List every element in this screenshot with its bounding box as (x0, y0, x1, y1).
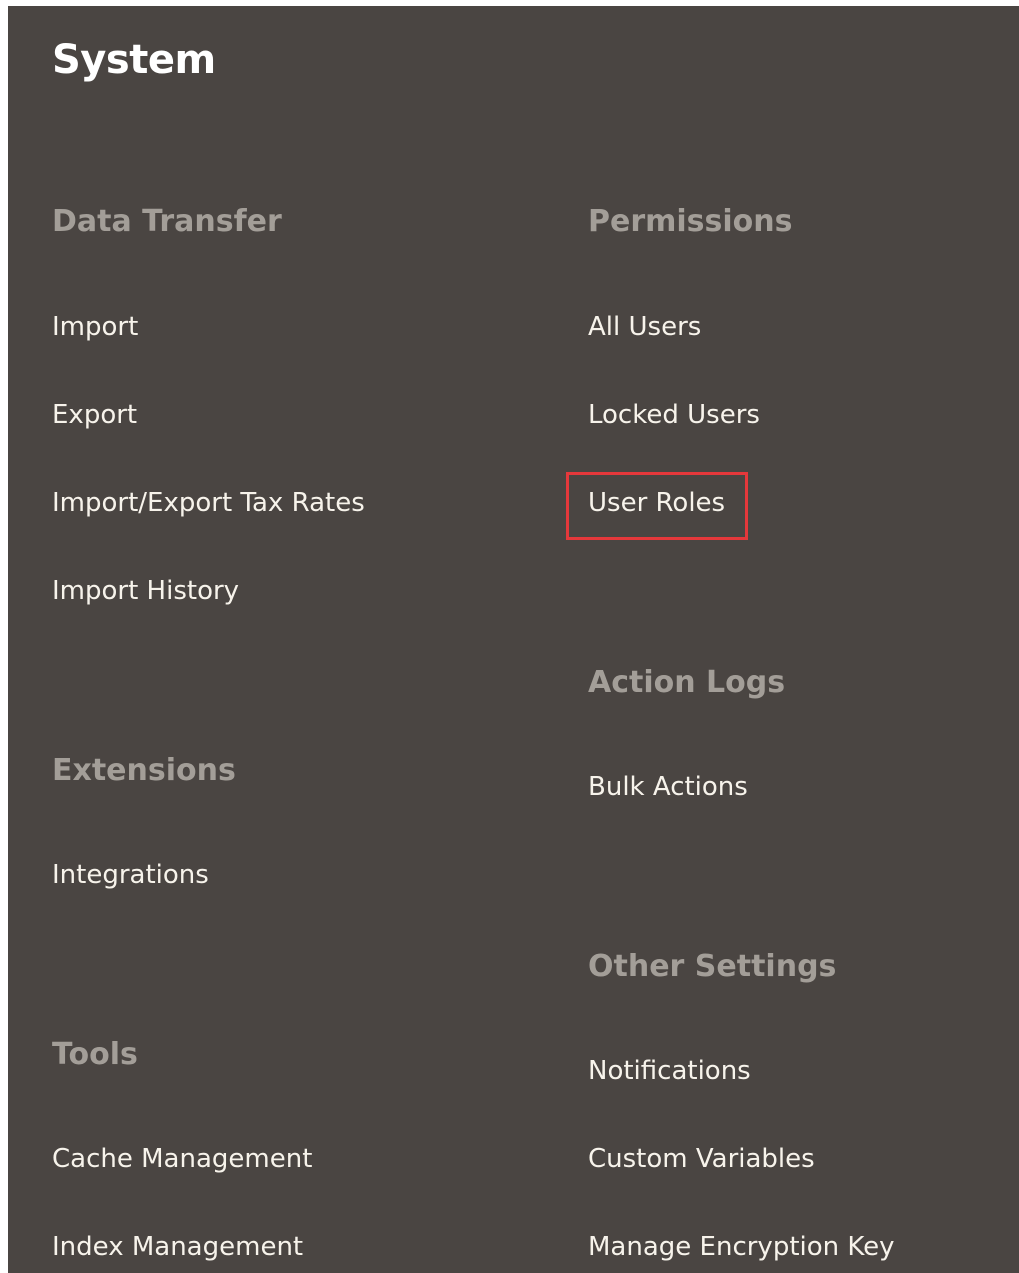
section-heading-permissions: Permissions (588, 204, 793, 239)
section-heading-data-transfer: Data Transfer (52, 204, 282, 239)
menu-title: System (52, 37, 216, 83)
menu-item-manage-encryption-key[interactable]: Manage Encryption Key (588, 1232, 895, 1263)
menu-item-bulk-actions[interactable]: Bulk Actions (588, 772, 748, 803)
menu-item-cache-management[interactable]: Cache Management (52, 1144, 312, 1175)
menu-item-export[interactable]: Export (52, 400, 137, 431)
section-heading-extensions: Extensions (52, 753, 236, 788)
menu-item-integrations[interactable]: Integrations (52, 860, 209, 891)
section-heading-tools: Tools (52, 1037, 138, 1072)
menu-item-import-export-tax-rates[interactable]: Import/Export Tax Rates (52, 488, 365, 519)
menu-item-import-history[interactable]: Import History (52, 576, 239, 607)
menu-item-custom-variables[interactable]: Custom Variables (588, 1144, 815, 1175)
section-heading-action-logs: Action Logs (588, 665, 786, 700)
menu-item-user-roles[interactable]: User Roles (588, 488, 725, 519)
system-menu-panel: System Data Transfer Import Export Impor… (8, 6, 1019, 1273)
menu-item-all-users[interactable]: All Users (588, 312, 701, 343)
menu-item-index-management[interactable]: Index Management (52, 1232, 303, 1263)
menu-item-locked-users[interactable]: Locked Users (588, 400, 760, 431)
menu-item-notifications[interactable]: Notifications (588, 1056, 751, 1087)
section-heading-other-settings: Other Settings (588, 949, 837, 984)
menu-item-import[interactable]: Import (52, 312, 138, 343)
